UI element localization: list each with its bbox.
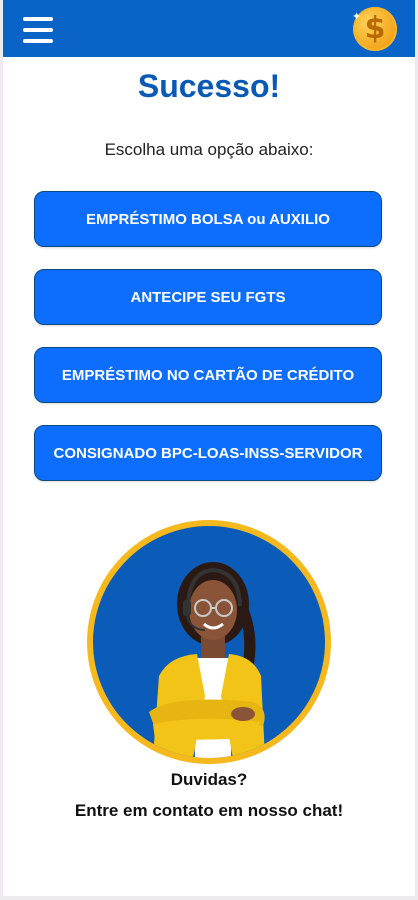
support-chat-text[interactable]: Entre em contato em nosso chat!	[3, 801, 415, 821]
hamburger-menu-icon[interactable]	[23, 17, 53, 43]
app-frame: $ ✦ Sucesso! Escolha uma opção abaixo: E…	[3, 0, 415, 896]
support-avatar[interactable]	[87, 520, 331, 764]
option-button-consignado[interactable]: CONSIGNADO BPC-LOAS-INSS-SERVIDOR	[34, 425, 382, 481]
support-question: Duvidas?	[170, 770, 248, 789]
sparkle-icon: ✦	[352, 11, 362, 23]
option-button-emprestimo-cartao[interactable]: EMPRÉSTIMO NO CARTÃO DE CRÉDITO	[34, 347, 382, 403]
option-button-antecipe-fgts[interactable]: ANTECIPE SEU FGTS	[34, 269, 382, 325]
coin-symbol: $	[364, 11, 386, 46]
option-button-emprestimo-bolsa[interactable]: EMPRÉSTIMO BOLSA ou AUXILIO	[34, 191, 382, 247]
page-title: Sucesso!	[137, 68, 281, 104]
top-bar: $ ✦	[3, 0, 415, 57]
page-subtitle: Escolha uma opção abaixo:	[104, 140, 314, 159]
support-agent-avatar	[93, 526, 325, 758]
support-agent-illustration	[149, 562, 265, 758]
